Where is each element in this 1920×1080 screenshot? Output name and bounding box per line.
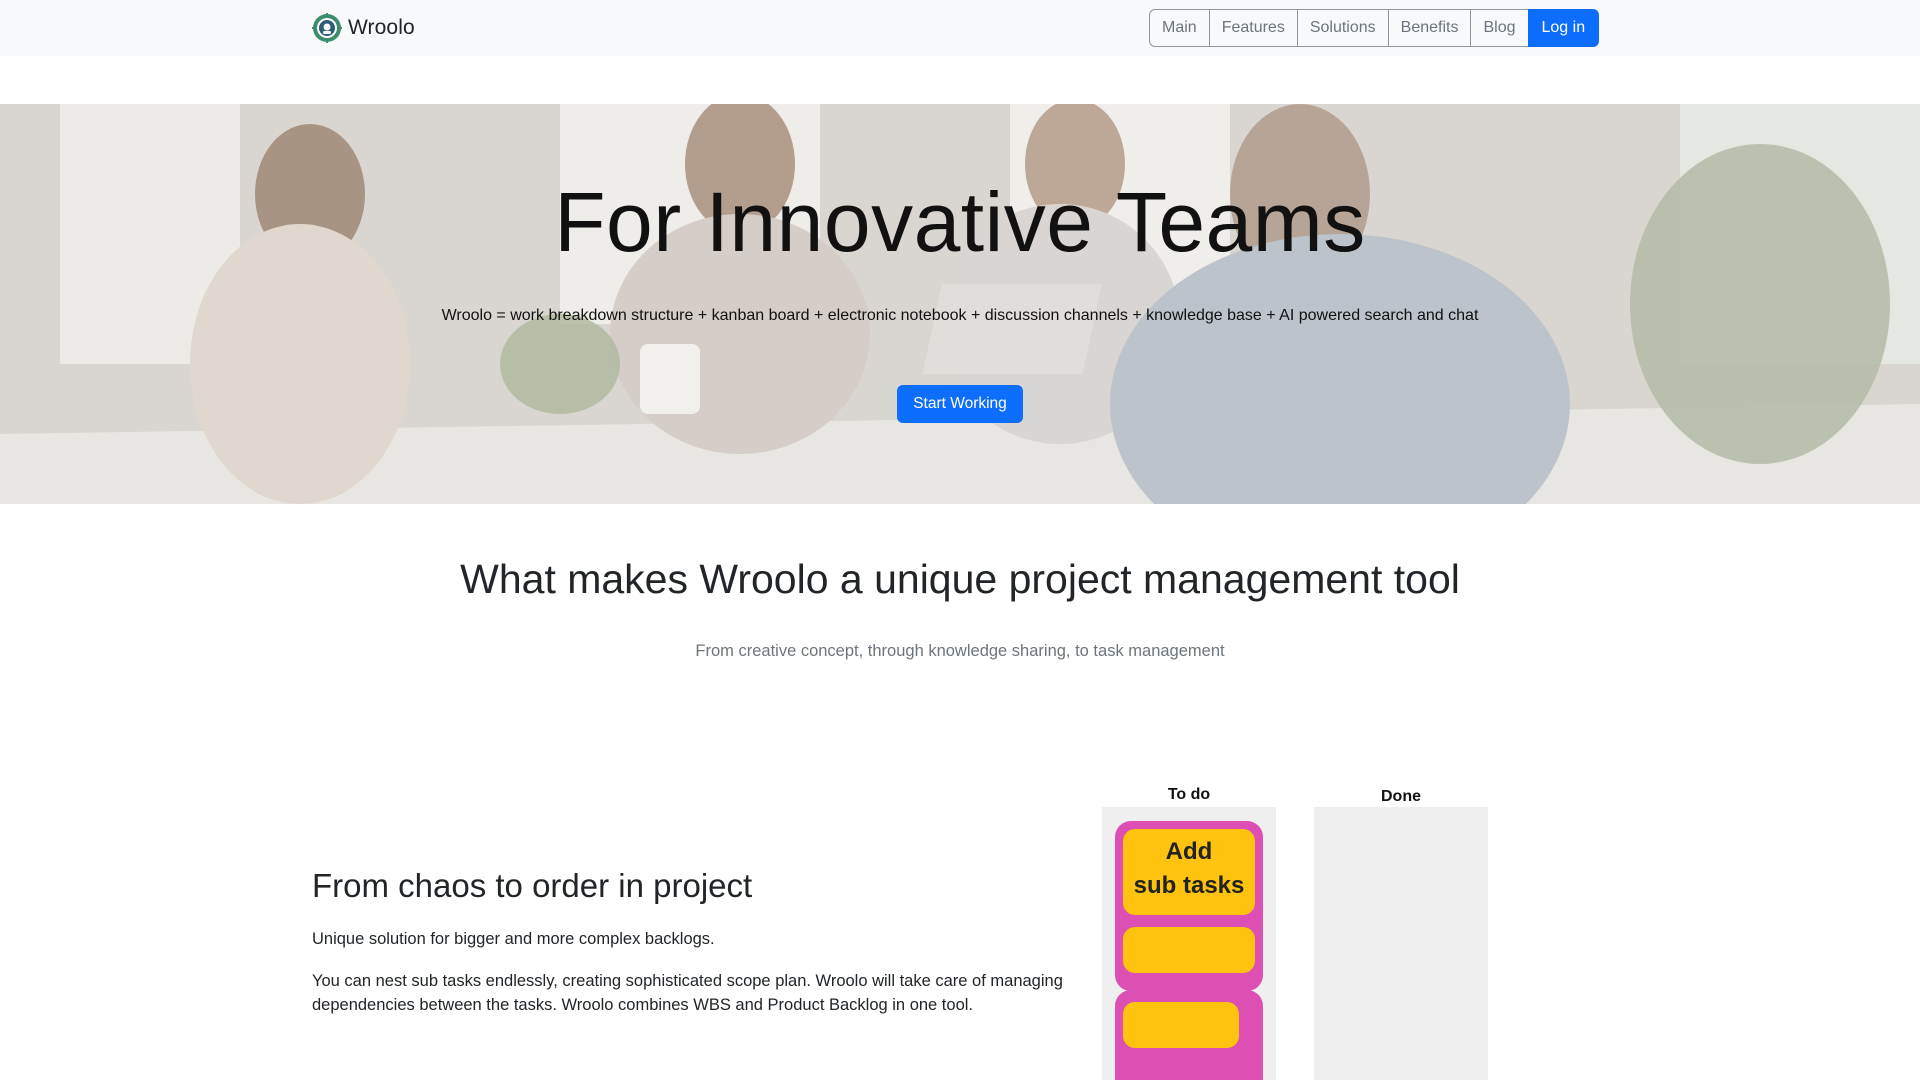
kanban-card: [1123, 1002, 1239, 1048]
feature-paragraph-1: Unique solution for bigger and more comp…: [312, 930, 715, 948]
section-subtitle: From creative concept, through knowledge…: [695, 642, 1225, 660]
nav-main-button[interactable]: Main: [1149, 9, 1210, 47]
hero-overlay: [0, 104, 1920, 504]
hero-subtitle: Wroolo = work breakdown structure + kanb…: [441, 307, 1479, 324]
navbar: Wroolo Main Features Solutions Benefits …: [0, 0, 1920, 56]
kanban-done-label: Done: [1381, 788, 1421, 805]
section-title: What makes Wroolo a unique project manag…: [460, 556, 1460, 602]
kanban-card: [1123, 927, 1255, 973]
nav-features-button[interactable]: Features: [1208, 9, 1298, 47]
kanban-task-group: [1115, 990, 1263, 1080]
kanban-task-group: Add sub tasks: [1115, 821, 1263, 991]
feature-paragraph-2: You can nest sub tasks endlessly, creati…: [312, 972, 1063, 1014]
brand-name: Wroolo: [348, 16, 415, 39]
kanban-done-column: [1314, 807, 1488, 1080]
kanban-todo-label: To do: [1167, 786, 1211, 803]
hero-section: For Innovative Teams Wroolo = work break…: [0, 104, 1920, 504]
hero-title: For Innovative Teams: [554, 175, 1366, 269]
kanban-card-text-line-1: Add: [1165, 838, 1213, 865]
feature-title: From chaos to order in project: [312, 867, 753, 904]
kanban-todo-column: Add sub tasks: [1102, 807, 1276, 1080]
nav-benefits-button[interactable]: Benefits: [1387, 9, 1472, 47]
nav-blog-button[interactable]: Blog: [1470, 9, 1529, 47]
main-nav: Main Features Solutions Benefits Blog Lo…: [1149, 9, 1600, 47]
kanban-card-add-subtasks: Add sub tasks: [1123, 829, 1255, 915]
login-button[interactable]: Log in: [1527, 9, 1600, 47]
gear-logo-icon: [312, 13, 342, 43]
kanban-card-text-line-2: sub tasks: [1133, 872, 1245, 899]
brand-link[interactable]: Wroolo: [312, 12, 415, 44]
start-working-button[interactable]: Start Working: [897, 385, 1023, 423]
nav-solutions-button[interactable]: Solutions: [1296, 9, 1389, 47]
